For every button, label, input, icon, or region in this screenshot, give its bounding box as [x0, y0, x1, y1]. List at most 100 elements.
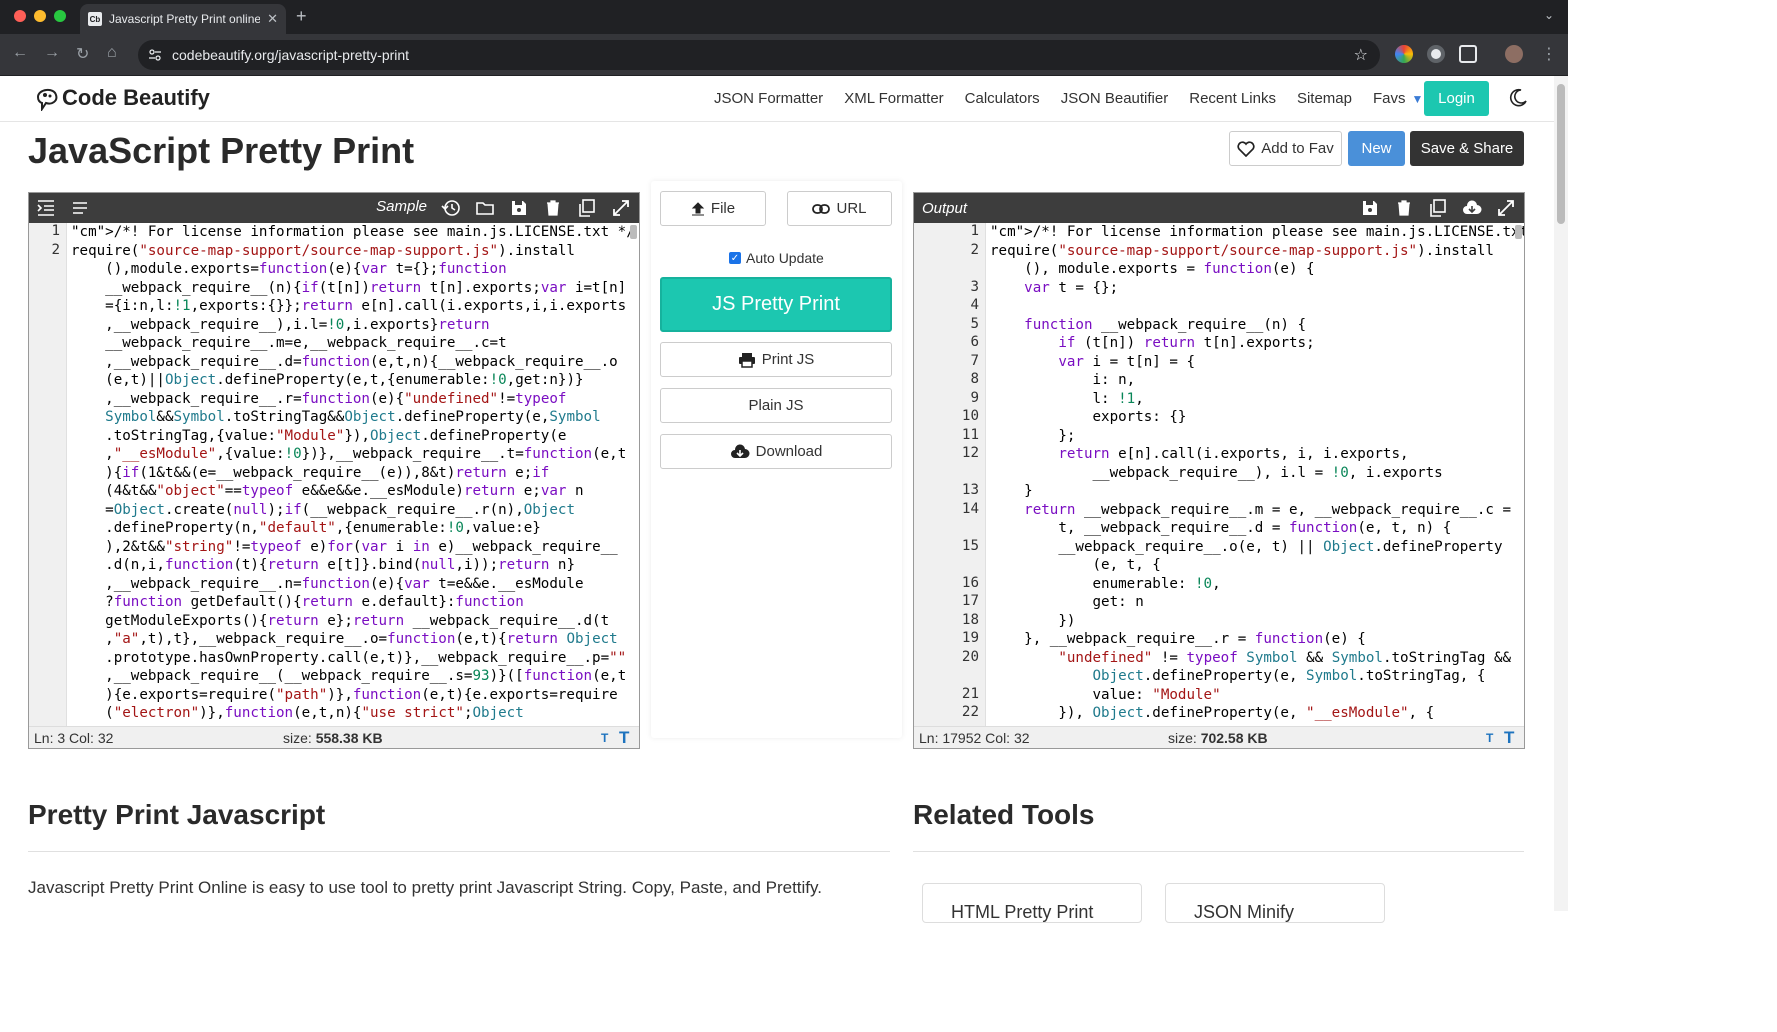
copy-icon[interactable] — [577, 198, 597, 218]
auto-update-checkbox[interactable]: ✓ — [729, 252, 741, 264]
tab-search-icon[interactable]: ⌄ — [1544, 8, 1554, 22]
minimize-window-button[interactable] — [34, 10, 46, 22]
output-editor-actions — [1360, 198, 1516, 218]
folder-open-icon[interactable] — [475, 198, 495, 218]
code-line: ,__webpack_require__.d=function(e,t,n){_… — [71, 353, 618, 370]
code-line: Symbol&&Symbol.toStringTag&&Object.defin… — [105, 409, 601, 425]
code-line: function __webpack_require__(n) { — [1024, 316, 1307, 333]
line-number: 22 — [961, 704, 979, 720]
plain-js-button[interactable]: Plain JS — [660, 388, 892, 423]
history-icon[interactable] — [441, 198, 461, 218]
nav-xml-formatter[interactable]: XML Formatter — [844, 90, 943, 107]
related-tool-html-pretty-print[interactable]: HTML Pretty Print — [922, 883, 1142, 923]
page-scrollbar[interactable] — [1554, 76, 1568, 911]
input-line-numbers: 12 — [29, 223, 67, 728]
url-button[interactable]: URL — [787, 191, 892, 226]
new-button[interactable]: New — [1348, 131, 1405, 166]
nav-sitemap[interactable]: Sitemap — [1297, 90, 1352, 107]
code-line: ){if(1&t&&(e=__webpack_require__(e)),8&t… — [71, 464, 550, 481]
browser-menu-icon[interactable]: ⋮ — [1541, 44, 1557, 64]
code-line: .defineProperty(n,"default",{enumerable:… — [71, 520, 541, 536]
page-scrollbar-thumb[interactable] — [1557, 84, 1565, 224]
nav-json-formatter[interactable]: JSON Formatter — [714, 90, 823, 107]
code-line: t, __webpack_require__.d = function(e, t… — [990, 520, 1452, 536]
print-js-button[interactable]: Print JS — [660, 342, 892, 377]
nav-recent-links[interactable]: Recent Links — [1189, 90, 1276, 107]
code-line: .d(n,i,function(t){return e[t]}.bind(nul… — [71, 557, 575, 573]
input-editor-actions: Sample — [376, 198, 631, 218]
decrease-font-icon[interactable]: T — [601, 731, 608, 745]
save-icon[interactable] — [1360, 198, 1380, 218]
profile-avatar[interactable] — [1505, 45, 1523, 63]
input-code-area[interactable]: 12 "cm">/*! For license information plea… — [29, 223, 639, 728]
site-logo[interactable]: Code Beautify — [34, 85, 210, 111]
extension-color-icon[interactable] — [1395, 45, 1413, 63]
code-line: }; — [990, 427, 1076, 444]
code-line: }, __webpack_require__.r = function(e) { — [990, 631, 1366, 647]
output-cursor-position: Ln: 17952 Col: 32 — [919, 729, 1030, 746]
fullscreen-icon[interactable] — [1496, 198, 1516, 218]
output-code-area[interactable]: 1 2 3 4 5 6 7 8 9 10 11 12 13 14 15 16 17 18 19 20 21 22 "cm"… — [914, 223, 1524, 728]
extension-contrast-icon[interactable] — [1427, 45, 1445, 63]
bookmark-star-icon[interactable]: ☆ — [1354, 45, 1368, 65]
browser-tab[interactable]: Cb Javascript Pretty Print online ✕ — [80, 4, 286, 34]
save-share-button[interactable]: Save & Share — [1410, 131, 1524, 166]
wrap-lines-icon[interactable] — [70, 198, 90, 218]
auto-update-toggle[interactable]: ✓ Auto Update — [729, 250, 824, 266]
home-icon[interactable]: ⌂ — [107, 44, 117, 62]
close-tab-icon[interactable]: ✕ — [267, 11, 278, 27]
output-line-numbers: 1 2 3 4 5 6 7 8 9 10 11 12 13 14 15 16 17 18 19 20 21 22 — [914, 223, 986, 728]
divider — [28, 851, 890, 852]
code-line: (),module.exports=function(e){var t={};f… — [71, 261, 507, 277]
line-number: 19 — [961, 630, 979, 646]
nav-json-beautifier[interactable]: JSON Beautifier — [1061, 90, 1169, 107]
window-controls — [14, 10, 66, 22]
add-to-fav-label: Add to Fav — [1261, 140, 1334, 157]
back-icon[interactable]: ← — [12, 44, 28, 62]
save-icon[interactable] — [509, 198, 529, 218]
zoom-window-button[interactable] — [54, 10, 66, 22]
code-line: ,__webpack_require__(__webpack_require__… — [71, 668, 627, 684]
code-line: return __webpack_require__.m = e, __webp… — [1024, 501, 1512, 518]
download-button[interactable]: Download — [660, 434, 892, 469]
browser-tabstrip: Cb Javascript Pretty Print online ✕ + ⌄ — [0, 0, 1568, 34]
js-pretty-print-button[interactable]: JS Pretty Print — [660, 277, 892, 332]
file-button[interactable]: File — [660, 191, 766, 226]
increase-font-icon[interactable]: T — [1504, 728, 1514, 748]
trash-icon[interactable] — [543, 198, 563, 218]
trash-icon[interactable] — [1394, 198, 1414, 218]
nav-favs[interactable]: Favs ▼ — [1373, 90, 1423, 107]
code-line: ){e.exports=require("path")},function(e,… — [71, 686, 618, 703]
new-tab-icon[interactable]: + — [296, 6, 307, 27]
code-line: enumerable: !0, — [990, 575, 1221, 592]
code-line: var t = {}; — [1024, 279, 1119, 296]
main-nav: JSON Formatter XML Formatter Calculators… — [714, 90, 1423, 107]
line-number: 4 — [970, 297, 979, 313]
page-title: JavaScript Pretty Print — [28, 130, 415, 171]
nav-calculators[interactable]: Calculators — [965, 90, 1040, 107]
add-to-fav-button[interactable]: Add to Fav — [1229, 131, 1342, 166]
input-scroll-thumb[interactable] — [630, 225, 637, 239]
address-bar[interactable]: codebeautify.org/javascript-pretty-print… — [138, 40, 1380, 70]
cloud-download-icon[interactable] — [1462, 198, 1482, 218]
site-info-icon[interactable] — [148, 48, 162, 62]
copy-icon[interactable] — [1428, 198, 1448, 218]
indent-icon[interactable] — [36, 198, 56, 218]
fullscreen-icon[interactable] — [611, 198, 631, 218]
forward-icon[interactable]: → — [44, 44, 60, 62]
sample-link[interactable]: Sample — [376, 198, 427, 218]
close-window-button[interactable] — [14, 10, 26, 22]
related-tool-json-minify[interactable]: JSON Minify — [1165, 883, 1385, 923]
dark-mode-moon-icon[interactable] — [1508, 88, 1528, 108]
increase-font-icon[interactable]: T — [619, 728, 629, 748]
code-line: if (t[n]) return t[n].exports; — [1058, 335, 1315, 351]
output-scroll-thumb[interactable] — [1515, 225, 1522, 239]
login-button[interactable]: Login — [1424, 81, 1489, 116]
extensions-puzzle-icon[interactable] — [1459, 45, 1477, 63]
tool-description: Javascript Pretty Print Online is easy t… — [28, 878, 822, 897]
reload-icon[interactable]: ↻ — [76, 44, 89, 64]
output-size-label: size: — [1168, 729, 1197, 746]
link-icon — [812, 203, 831, 214]
nav-favs-label: Favs — [1372, 90, 1406, 107]
decrease-font-icon[interactable]: T — [1486, 731, 1493, 745]
